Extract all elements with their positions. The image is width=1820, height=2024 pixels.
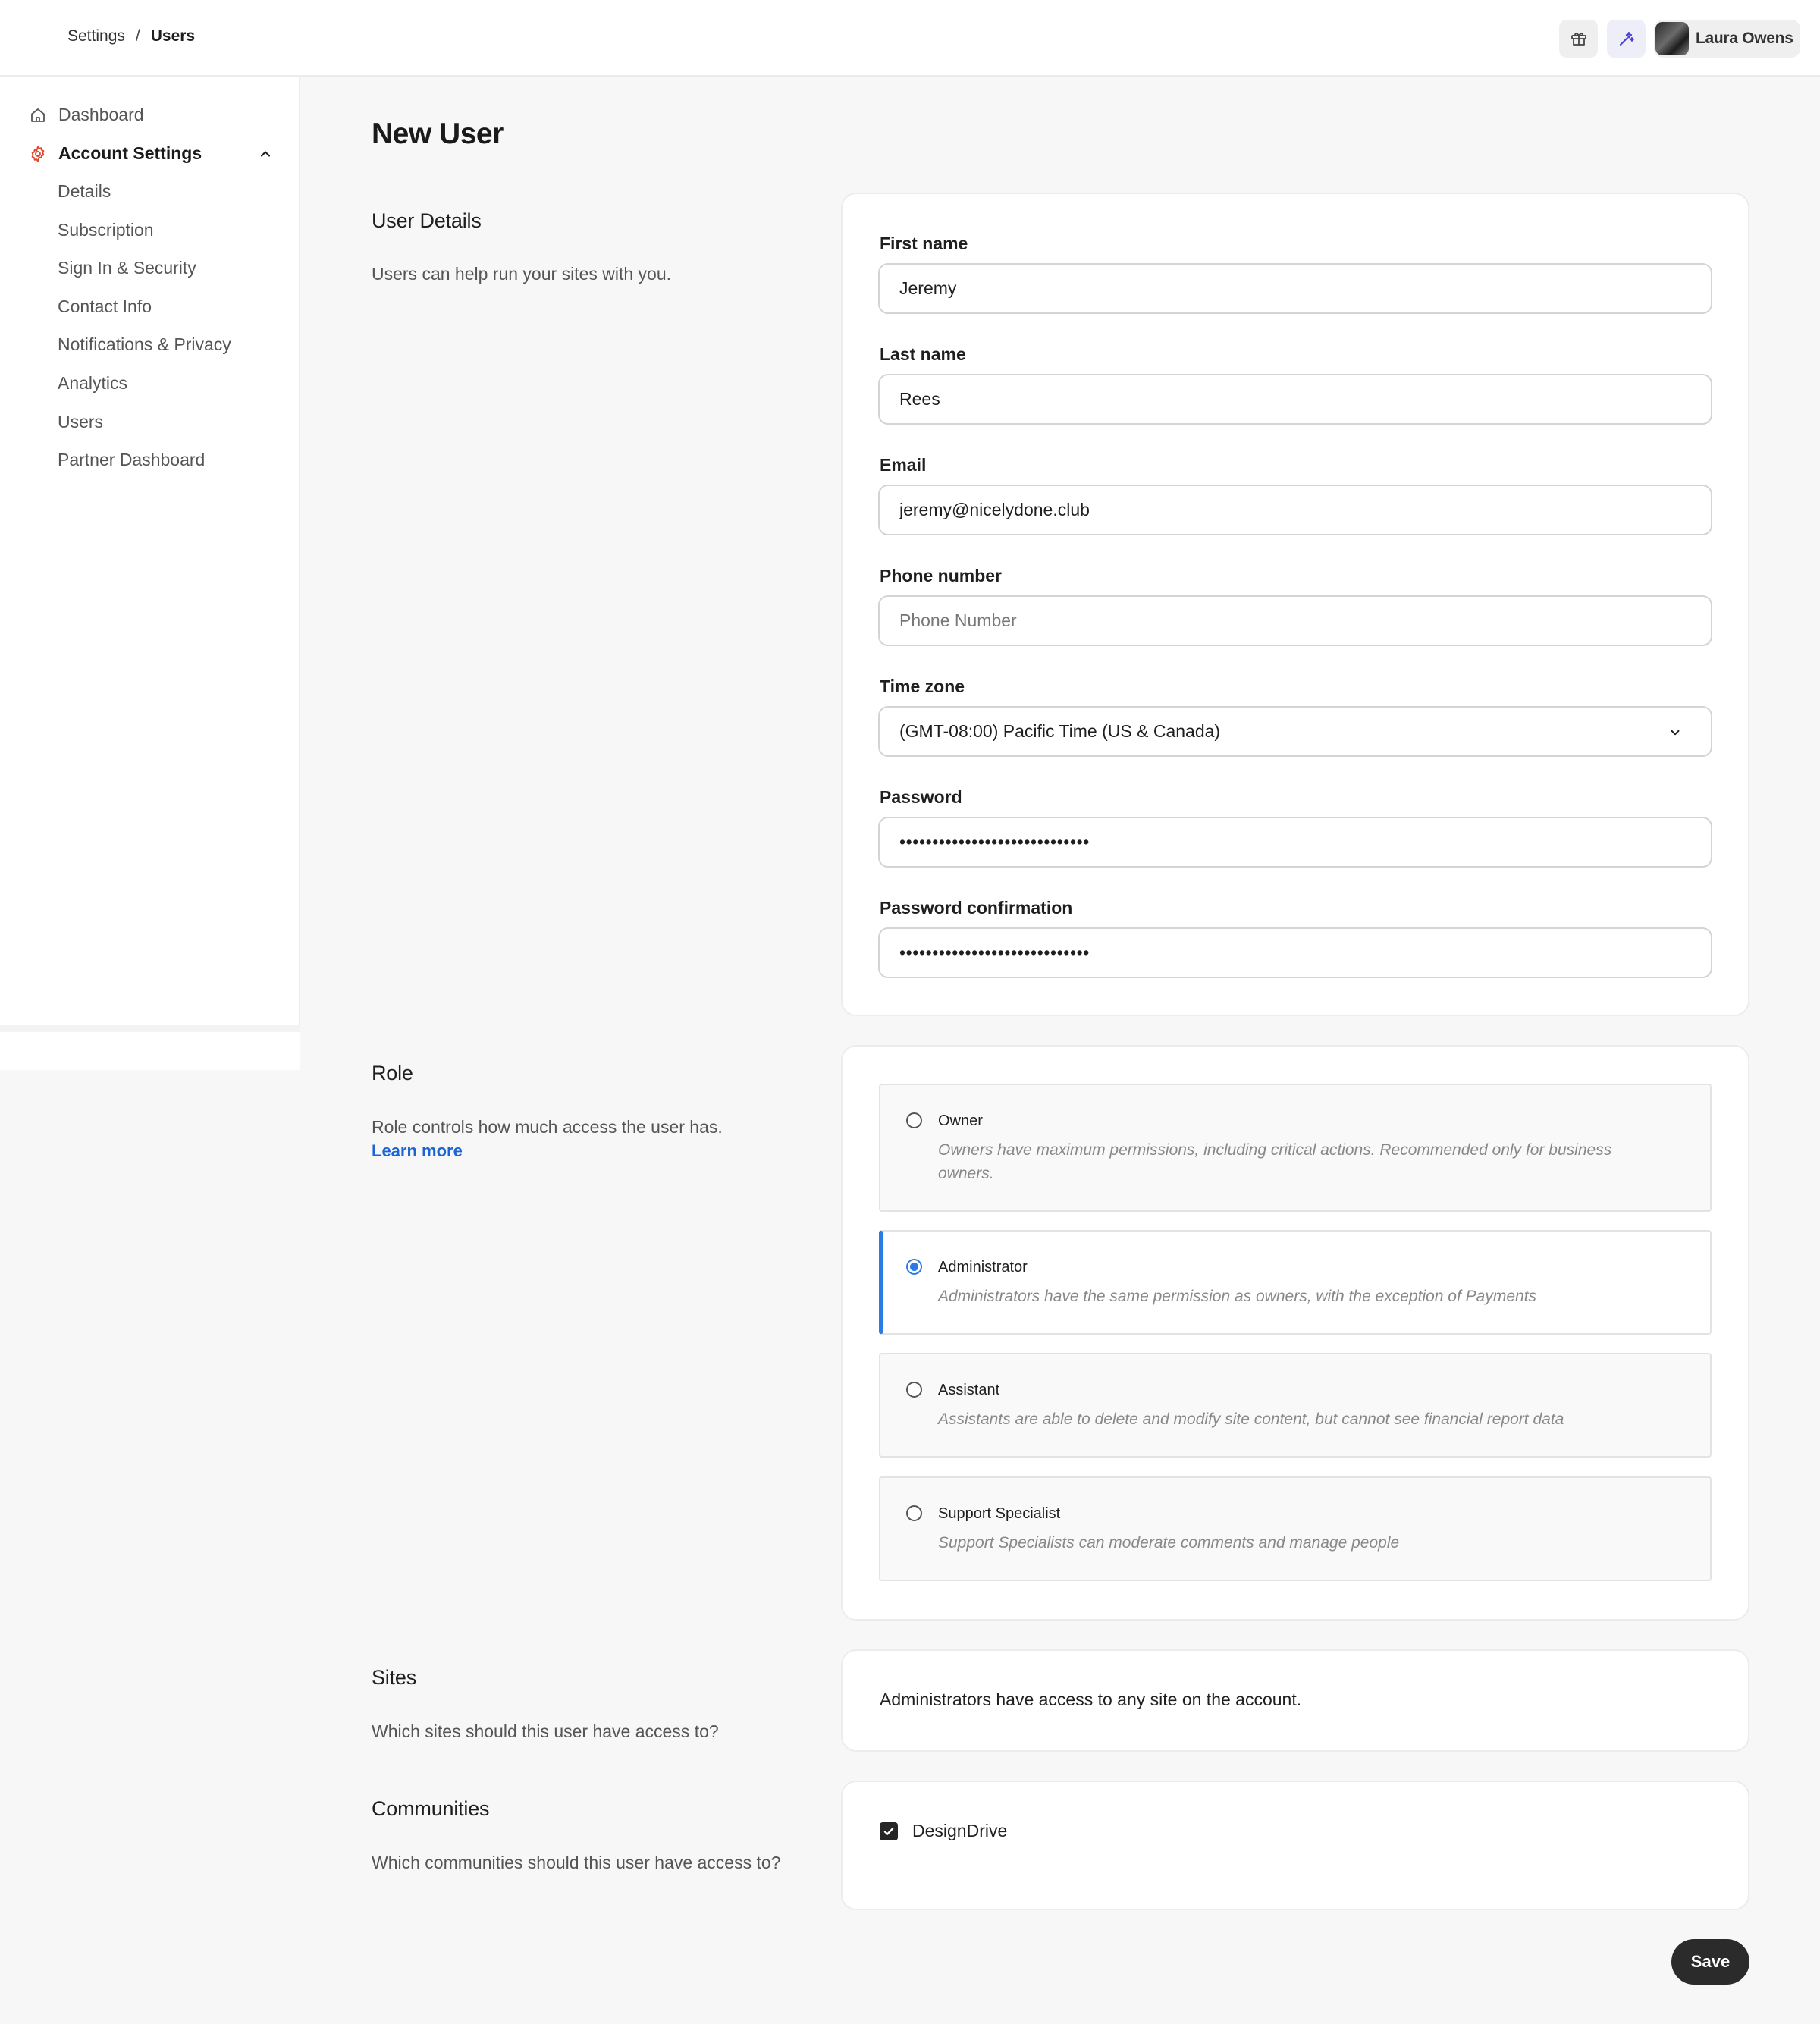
role-option-support-specialist[interactable]: Support Specialist Support Specialists c… [879,1476,1712,1581]
role-option-owner[interactable]: Owner Owners have maximum permissions, i… [879,1084,1712,1212]
password-confirmation-label: Password confirmation [880,898,1073,918]
chevron-down-icon [1671,730,1680,736]
sidebar-item-sign-in-security[interactable]: Sign In & Security [58,258,196,278]
save-button[interactable]: Save [1671,1939,1749,1985]
role-option-name: Assistant [938,1382,1000,1398]
phone-input[interactable]: Phone Number [878,595,1712,646]
phone-label: Phone number [880,566,1003,585]
sidebar-item-subscription[interactable]: Subscription [58,220,154,240]
user-menu-button[interactable]: Laura Owens [1654,20,1800,58]
email-input[interactable]: jeremy@nicelydone.club [878,485,1712,535]
breadcrumb-settings-link[interactable]: Settings [67,27,125,46]
learn-more-link[interactable]: Learn more [372,1141,463,1161]
role-option-administrator[interactable]: Administrator Administrators have the sa… [879,1230,1712,1335]
password-input[interactable]: ••••••••••••••••••••••••••••• [878,817,1712,868]
phone-placeholder: Phone Number [899,610,1017,630]
last-name-input[interactable]: Rees [878,374,1712,425]
assistant-radio[interactable] [906,1382,922,1398]
last-name-label: Last name [880,344,966,364]
support-specialist-radio[interactable] [906,1505,922,1521]
gift-button[interactable] [1559,20,1598,58]
sidebar-item-account-settings[interactable]: Account Settings [29,143,202,164]
sidebar-item-label: Dashboard [58,105,144,124]
sites-description: Which sites should this user have access… [372,1721,719,1741]
sidebar-item-label: Account Settings [58,143,202,163]
community-name: DesignDrive [912,1821,1008,1840]
sidebar-item-dashboard[interactable]: Dashboard [29,105,144,125]
timezone-select[interactable]: (GMT-08:00) Pacific Time (US & Canada) [878,706,1712,757]
first-name-value: Jeremy [899,278,957,298]
page-title: New User [372,118,504,150]
sidebar [0,77,300,1025]
gift-icon [1571,33,1586,46]
breadcrumb: Settings / Users [67,27,195,46]
last-name-value: Rees [899,389,940,409]
sidebar-item-partner-dashboard[interactable]: Partner Dashboard [58,450,205,470]
user-details-title: User Details [372,209,482,232]
first-name-label: First name [880,234,968,253]
user-name: Laura Owens [1696,30,1793,47]
gear-icon [29,145,47,163]
communities-title: Communities [372,1797,490,1820]
designdrive-checkbox[interactable] [880,1822,898,1840]
sidebar-item-users[interactable]: Users [58,412,103,432]
checkmark-icon [883,1828,894,1835]
ai-assistant-button[interactable] [1607,20,1646,58]
timezone-value: (GMT-08:00) Pacific Time (US & Canada) [899,721,1221,741]
timezone-label: Time zone [880,676,965,696]
role-option-description: Assistants are able to delete and modify… [938,1411,1564,1428]
role-option-description: Administrators have the same permission … [938,1288,1537,1305]
sidebar-footer [0,1032,300,1070]
sparkle-icon [1619,32,1634,46]
role-option-name: Administrator [938,1259,1028,1276]
sidebar-item-analytics[interactable]: Analytics [58,373,127,394]
role-option-description: Owners have maximum permissions, includi… [938,1141,1612,1182]
sidebar-item-notifications-privacy[interactable]: Notifications & Privacy [58,334,231,355]
first-name-input[interactable]: Jeremy [878,263,1712,314]
communities-card [841,1781,1749,1910]
communities-description: Which communities should this user have … [372,1853,781,1872]
role-option-assistant[interactable]: Assistant Assistants are able to delete … [879,1353,1712,1458]
sidebar-divider [0,1025,300,1032]
top-bar: Settings / Users Laura Owens [0,0,1820,77]
sidebar-item-contact-info[interactable]: Contact Info [58,297,152,317]
role-option-description: Support Specialists can moderate comment… [938,1534,1400,1552]
password-label: Password [880,787,962,807]
sidebar-item-details[interactable]: Details [58,181,111,202]
chevron-up-icon[interactable] [258,146,273,162]
email-value: jeremy@nicelydone.club [899,500,1090,519]
role-option-name: Support Specialist [938,1505,1061,1522]
administrator-radio[interactable] [906,1259,922,1275]
sites-title: Sites [372,1666,417,1689]
password-value: ••••••••••••••••••••••••••••• [899,832,1090,852]
avatar [1655,22,1689,55]
home-icon [29,106,47,124]
breadcrumb-current: Users [150,27,196,45]
sites-info-text: Administrators have access to any site o… [880,1690,1302,1709]
role-option-name: Owner [938,1112,983,1129]
email-label: Email [880,455,927,475]
role-title: Role [372,1062,413,1084]
password-confirmation-input[interactable]: ••••••••••••••••••••••••••••• [878,927,1712,978]
password-confirmation-value: ••••••••••••••••••••••••••••• [899,943,1090,962]
user-details-description: Users can help run your sites with you. [372,264,672,284]
owner-radio[interactable] [906,1112,922,1128]
role-description: Role controls how much access the user h… [372,1117,723,1137]
breadcrumb-separator: / [135,27,140,45]
